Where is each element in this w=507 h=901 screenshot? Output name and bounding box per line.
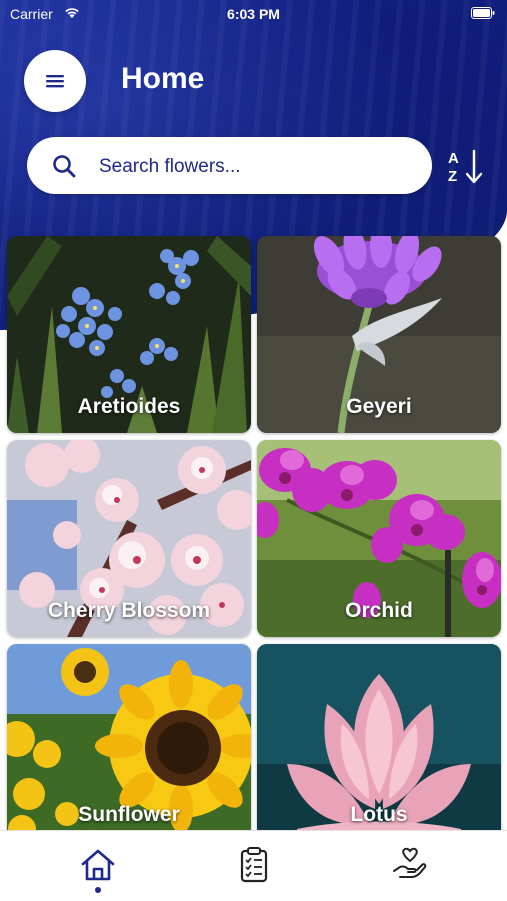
clipboard-checklist-icon[interactable] [234, 845, 274, 885]
flower-name: Geyeri [346, 395, 412, 418]
hamburger-menu-icon [46, 75, 64, 88]
hand-heart-icon[interactable] [390, 845, 430, 885]
flower-card-cherry-blossom[interactable]: Cherry Blossom [7, 440, 251, 637]
svg-text:A: A [448, 150, 459, 167]
flower-name: Lotus [350, 803, 408, 826]
flower-card-geyeri[interactable]: Geyeri [257, 236, 501, 433]
search-icon [53, 155, 76, 178]
active-tab-indicator [95, 887, 101, 893]
flower-name: Aretioides [77, 395, 181, 418]
sort-alphabetical-icon[interactable]: A Z [446, 147, 488, 187]
flower-card-orchid[interactable]: Orchid [257, 440, 501, 637]
status-bar: Carrier 6:03 PM [0, 0, 507, 28]
page-title: Home [121, 62, 205, 95]
search-bar[interactable] [27, 137, 432, 194]
menu-button[interactable] [24, 50, 86, 112]
flower-name: Cherry Blossom [47, 599, 211, 622]
flower-card-aretioides[interactable]: Aretioides [7, 236, 251, 433]
flower-name: Sunflower [78, 803, 180, 826]
battery-icon [471, 7, 495, 19]
status-time: 6:03 PM [227, 6, 280, 22]
flower-name: Orchid [345, 599, 413, 622]
flower-card-sunflower[interactable]: Sunflower [7, 644, 251, 841]
search-input[interactable] [97, 151, 421, 183]
home-icon[interactable] [78, 845, 118, 885]
flower-card-lotus[interactable]: Lotus [257, 644, 501, 841]
svg-text:Z: Z [448, 168, 457, 185]
bottom-navigation [0, 830, 507, 901]
